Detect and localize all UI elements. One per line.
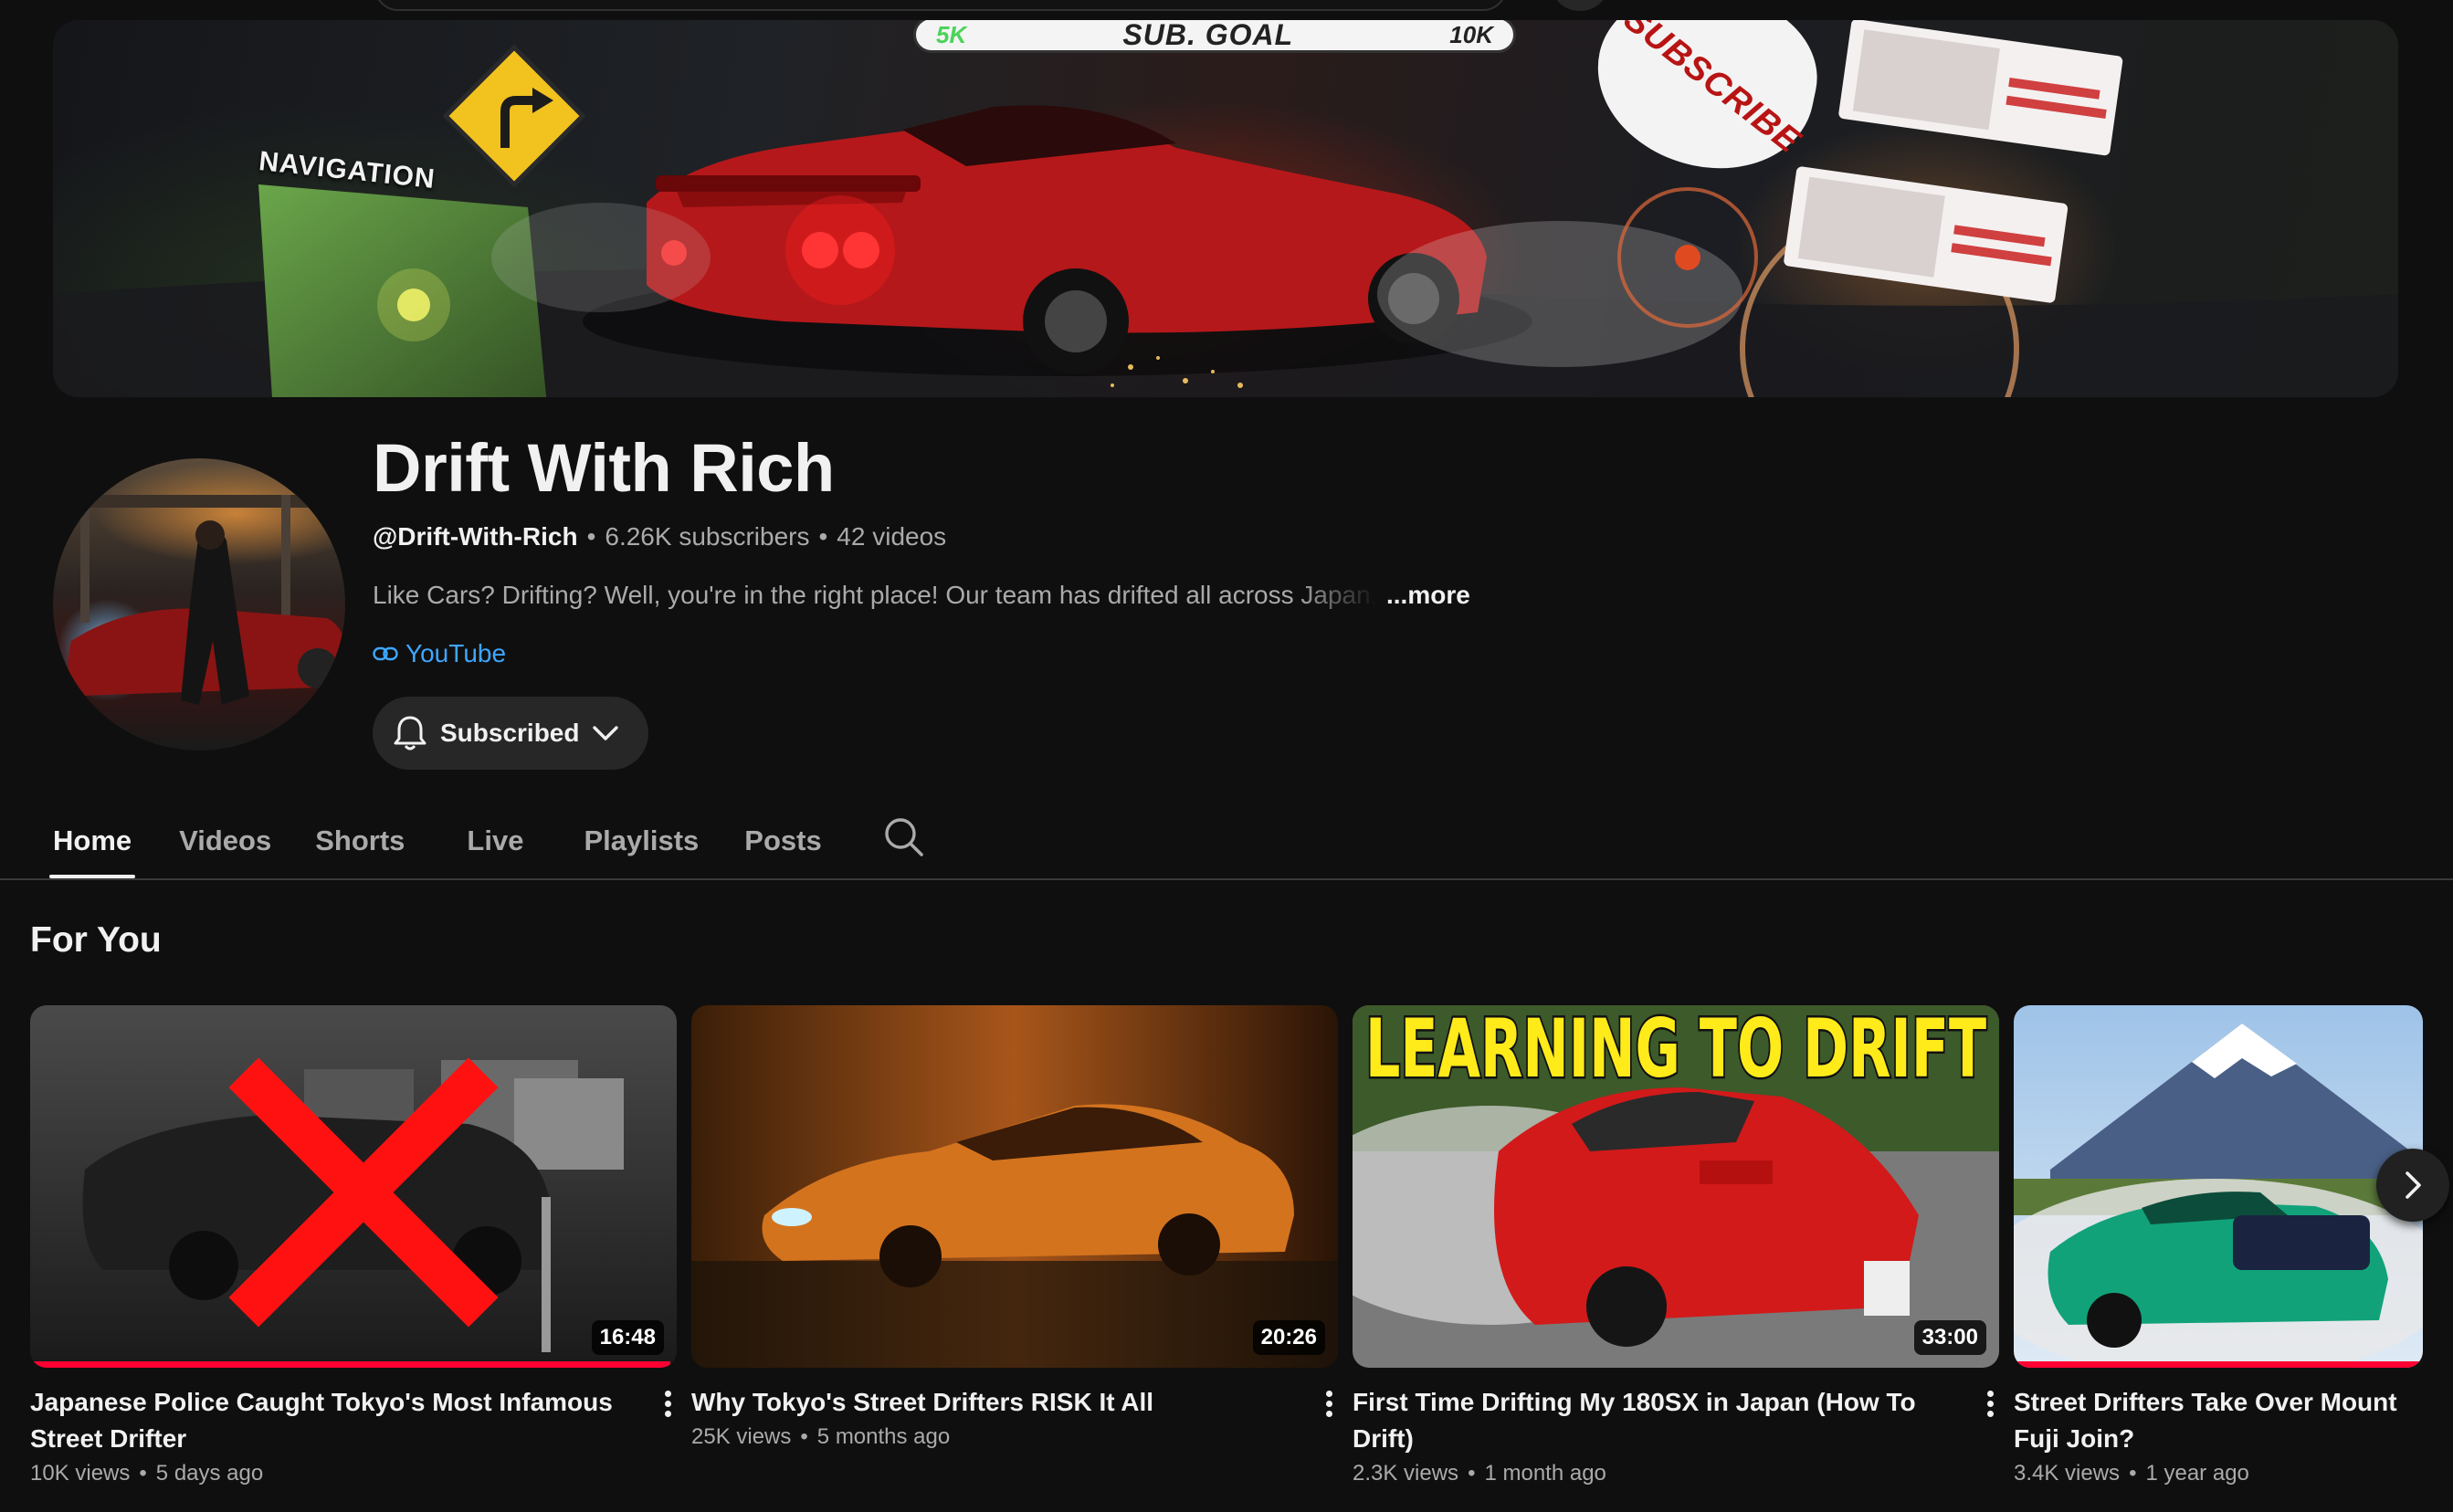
- video-age: 5 days ago: [155, 1461, 264, 1486]
- subscriber-count: 6.26K subscribers: [605, 522, 810, 551]
- video-meta: 3.4K views • 1 year ago: [2014, 1461, 2249, 1486]
- section-title: For You: [30, 920, 162, 960]
- description-more-link[interactable]: ...more: [1386, 581, 1470, 609]
- channel-name: Drift With Rich: [373, 430, 835, 506]
- video-thumbnail[interactable]: 16:48: [30, 1005, 677, 1368]
- more-actions-icon[interactable]: [1985, 1387, 1995, 1421]
- video-views: 10K views: [30, 1461, 131, 1486]
- tab-live[interactable]: Live: [467, 803, 523, 878]
- video-thumbnail[interactable]: [2014, 1005, 2423, 1368]
- bell-icon: [394, 716, 426, 751]
- video-thumbnail[interactable]: 20:26: [691, 1005, 1338, 1368]
- carousel-next-button[interactable]: [2376, 1149, 2449, 1222]
- watch-progress: [2014, 1361, 2423, 1368]
- top-search-bar[interactable]: [374, 0, 1507, 11]
- video-title[interactable]: Why Tokyo's Street Drifters RISK It All: [691, 1384, 1338, 1421]
- video-duration: 33:00: [1913, 1320, 1986, 1355]
- video-meta: 25K views • 5 months ago: [691, 1424, 951, 1449]
- video-age: 1 month ago: [1484, 1461, 1606, 1486]
- sub-goal-pill: 5K SUB. GOAL 10K: [913, 20, 1516, 53]
- channel-handle: @Drift-With-Rich: [373, 522, 578, 551]
- tab-shorts[interactable]: Shorts: [315, 803, 405, 878]
- video-meta: 10K views • 5 days ago: [30, 1461, 264, 1486]
- channel-link-label: YouTube: [405, 639, 507, 667]
- channel-avatar[interactable]: [53, 458, 345, 751]
- description-text: Like Cars? Drifting? Well, you're in the…: [373, 581, 1377, 609]
- video-card[interactable]: 16:48 Japanese Police Caught Tokyo's Mos…: [30, 1005, 677, 1486]
- video-duration: 16:48: [591, 1320, 664, 1355]
- tab-playlists[interactable]: Playlists: [584, 803, 699, 878]
- banner-art: [53, 20, 2398, 397]
- tabs-divider: [0, 878, 2453, 880]
- video-count: 42 videos: [837, 522, 947, 551]
- goal-label: SUB. GOAL: [1122, 20, 1294, 51]
- goal-start: 5K: [936, 20, 967, 48]
- video-duration: 20:26: [1252, 1320, 1325, 1355]
- more-actions-icon[interactable]: [1323, 1387, 1334, 1421]
- thumbnail-image: LEARNING TO DRIFT: [1353, 1005, 1999, 1368]
- video-views: 25K views: [691, 1424, 792, 1449]
- watch-progress: [30, 1361, 670, 1368]
- tab-videos[interactable]: Videos: [179, 803, 271, 878]
- tab-posts[interactable]: Posts: [744, 803, 821, 878]
- video-title[interactable]: First Time Drifting My 180SX in Japan (H…: [1353, 1384, 1999, 1457]
- thumbnail-image: [30, 1005, 677, 1368]
- video-age: 5 months ago: [816, 1424, 951, 1449]
- video-thumbnail[interactable]: LEARNING TO DRIFT 33:00: [1353, 1005, 1999, 1368]
- video-age: 1 year ago: [2145, 1461, 2249, 1486]
- video-card[interactable]: LEARNING TO DRIFT 33:00 First Time Drift…: [1353, 1005, 1999, 1486]
- video-views: 2.3K views: [1353, 1461, 1459, 1486]
- video-views: 3.4K views: [2014, 1461, 2121, 1486]
- goal-end: 10K: [1449, 20, 1493, 48]
- video-title[interactable]: Street Drifters Take Over Mount Fuji Joi…: [2014, 1384, 2423, 1457]
- channel-meta: @Drift-With-Rich • 6.26K subscribers • 42 vi…: [373, 522, 947, 551]
- video-meta: 2.3K views • 1 month ago: [1353, 1461, 1606, 1486]
- link-icon: [373, 646, 398, 661]
- channel-banner: SUBSCRIBE NAVIGATION 5K SUB. GOAL 10K: [53, 20, 2398, 397]
- thumbnail-image: [2014, 1005, 2423, 1368]
- channel-tabs: Home Videos Shorts Live Playlists Posts: [48, 803, 868, 878]
- subscribed-button[interactable]: Subscribed: [373, 697, 648, 770]
- chevron-right-icon: [2406, 1171, 2421, 1199]
- subscribed-label: Subscribed: [440, 719, 580, 747]
- channel-description[interactable]: Like Cars? Drifting? Well, you're in the…: [373, 581, 1470, 610]
- voice-search-button[interactable]: [1553, 0, 1607, 11]
- video-card[interactable]: 20:26 Why Tokyo's Street Drifters RISK I…: [691, 1005, 1338, 1450]
- avatar-photo: [53, 495, 345, 705]
- video-card[interactable]: Street Drifters Take Over Mount Fuji Joi…: [2014, 1005, 2423, 1486]
- video-title[interactable]: Japanese Police Caught Tokyo's Most Infa…: [30, 1384, 677, 1457]
- tab-home[interactable]: Home: [48, 803, 136, 878]
- more-actions-icon[interactable]: [662, 1387, 673, 1421]
- thumbnail-text: LEARNING TO DRIFT: [1365, 1005, 1986, 1096]
- channel-link[interactable]: YouTube: [373, 639, 506, 668]
- chevron-down-icon: [593, 726, 619, 740]
- tab-search-icon[interactable]: [882, 815, 926, 859]
- thumbnail-image: [691, 1005, 1338, 1368]
